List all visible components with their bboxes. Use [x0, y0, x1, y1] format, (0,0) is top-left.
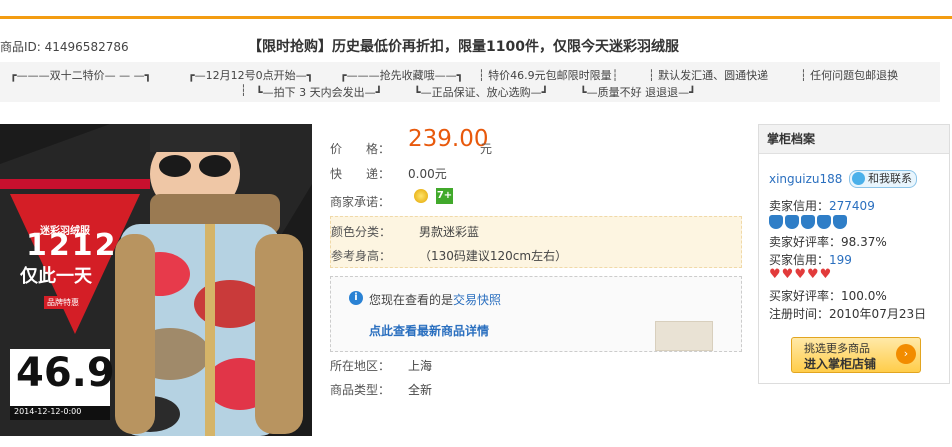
promo-tag: ┗—正品保证、放心选购—┛ [414, 86, 549, 99]
heart-icon: ♥ [769, 267, 781, 282]
seller-rank-icons [769, 215, 849, 232]
promo-tag: ┏—12月12号0点开始—┓ [188, 69, 314, 82]
buyer-credit-label: 买家信用： [769, 253, 830, 267]
seller-credit-row: 卖家信用：277409 [769, 197, 875, 214]
heart-icon: ♥ [781, 267, 794, 282]
region-label: 所在地区： [330, 359, 391, 373]
type-label: 商品类型： [330, 383, 391, 397]
heart-icon: ♥ [806, 267, 819, 282]
banner-badge: 品牌特惠 [44, 296, 82, 309]
region-value: 上海 [408, 359, 433, 373]
seller-panel-title: 掌柜档案 [759, 125, 949, 154]
banner-date: 2014-12-12-0:00 [14, 407, 82, 416]
height-value: （130码建议120cm左右） [419, 249, 568, 263]
seller-rate-value: 98.37% [841, 235, 887, 249]
buyer-rate-label: 买家好评率： [769, 289, 842, 303]
height-label: 参考身高： [331, 249, 392, 263]
box-icon [655, 321, 713, 351]
promo-tag: ┗—质量不好 退退退—┛ [580, 86, 696, 99]
promo-tag: ┏———双十二特价— — —┓ [10, 69, 152, 82]
snapshot-notice-box: i 您现在查看的是交易快照 点此查看最新商品详情 [330, 276, 742, 352]
promo-tag-bar: ┏———双十二特价— — —┓ ┏—12月12号0点开始—┓ ┏———抢先收藏哦… [0, 62, 940, 102]
buyer-rank-icons: ♥♥♥♥♥ [769, 267, 832, 282]
register-row: 注册时间：2010年07月23日 [769, 305, 926, 322]
promo-tag: ┆ 任何问题包邮退换 [800, 69, 899, 82]
seller-profile-panel: 掌柜档案 xinguizu188 和我联系 卖家信用：277409 卖家好评率：… [758, 124, 950, 384]
crown-icon [785, 215, 799, 229]
color-label: 颜色分类： [331, 225, 392, 239]
contact-label: 和我联系 [868, 172, 912, 185]
product-id: 商品ID: 41496582786 [0, 40, 129, 54]
buyer-credit-value[interactable]: 199 [829, 253, 852, 267]
enter-shop-bottom: 进入掌柜店铺 [804, 357, 877, 371]
banner-price: 46.9 [16, 350, 115, 396]
spec-box: 颜色分类： 男款迷彩蓝 参考身高： （130码建议120cm左右） [330, 216, 742, 268]
buyer-rate-row: 买家好评率：100.0% [769, 287, 887, 304]
shipping-label: 快 递： [330, 167, 391, 181]
crown-icon [801, 215, 815, 229]
price-label: 价 格： [330, 142, 391, 156]
shipping-value: 0.00元 [408, 167, 447, 181]
guarantee-icon[interactable] [414, 189, 428, 203]
enter-shop-top: 挑选更多商品 [804, 342, 870, 355]
contact-seller-button[interactable]: 和我联系 [849, 170, 917, 188]
snapshot-notice-text: 您现在查看的是 [369, 293, 454, 307]
promise-label: 商家承诺： [330, 195, 391, 209]
seller-credit-value[interactable]: 277409 [829, 199, 875, 213]
product-main-image[interactable]: 迷彩羽绒服 1212 仅此一天 品牌特惠 46.9 2014-12-12-0:0… [0, 124, 312, 436]
enter-shop-button[interactable]: 挑选更多商品 进入掌柜店铺 › [791, 337, 921, 373]
heart-icon: ♥ [819, 267, 832, 282]
promo-tag: ┗—拍下 3 天内会发出—┛ [256, 86, 383, 99]
heart-icon: ♥ [794, 267, 806, 282]
register-label: 注册时间： [769, 307, 830, 321]
promo-tag: ┆ 特价46.9元包邮限时限量┆ [478, 69, 619, 82]
price-unit: 元 [480, 142, 493, 156]
snapshot-link[interactable]: 交易快照 [453, 293, 501, 307]
buyer-rate-value: 100.0% [841, 289, 887, 303]
page-title: 【限时抢购】历史最低价再折扣，限量1100件，仅限今天迷彩羽绒服 [248, 39, 679, 55]
promo-tag: ┆ [240, 84, 247, 97]
seven-day-return-icon[interactable]: 7+ [436, 188, 453, 204]
arrow-right-icon: › [896, 344, 916, 364]
top-accent-line [0, 16, 952, 19]
seller-rate-row: 卖家好评率：98.37% [769, 233, 887, 250]
chat-icon [852, 172, 865, 185]
color-value[interactable]: 男款迷彩蓝 [419, 223, 479, 240]
seller-credit-label: 卖家信用： [769, 199, 830, 213]
buyer-credit-row: 买家信用：199 [769, 251, 852, 268]
register-date: 2010年07月23日 [829, 307, 927, 321]
crown-icon [833, 215, 847, 229]
banner-slogan: 仅此一天 [20, 266, 92, 287]
seller-name-link[interactable]: xinguizu188 [769, 172, 842, 186]
snapshot-notice: 您现在查看的是交易快照 [369, 291, 501, 308]
crown-icon [769, 215, 783, 229]
promo-tag: ┏———抢先收藏哦——┓ [340, 69, 464, 82]
info-icon: i [349, 291, 363, 305]
latest-detail-link[interactable]: 点此查看最新商品详情 [369, 322, 489, 339]
crown-icon [817, 215, 831, 229]
seller-rate-label: 卖家好评率： [769, 235, 842, 249]
promo-tag: ┆ 默认发汇通、圆通快递 [648, 69, 769, 82]
banner-1212: 1212 [26, 228, 118, 263]
type-value: 全新 [408, 383, 433, 397]
price-value: 239.00 [408, 126, 489, 152]
